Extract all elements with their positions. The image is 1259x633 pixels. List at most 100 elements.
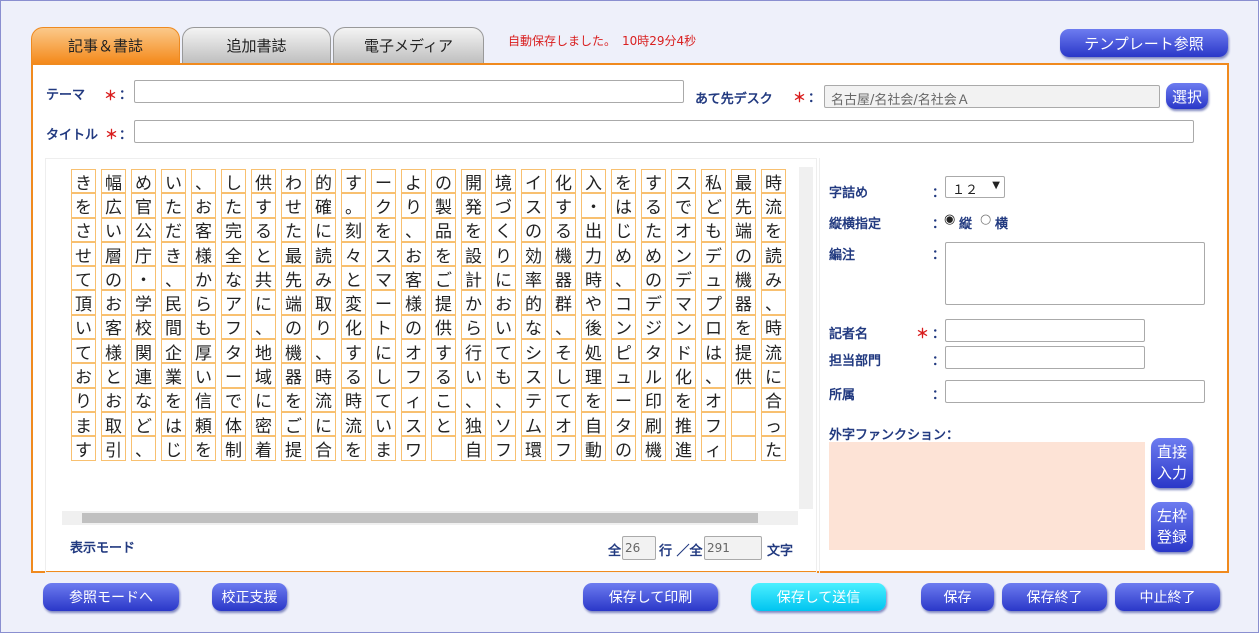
save-button[interactable]: 保存 (921, 583, 994, 611)
manuscript-cell[interactable]: を (431, 241, 456, 267)
manuscript-cell[interactable]: ・ (581, 193, 606, 218)
manuscript-cell[interactable]: ら (461, 314, 486, 339)
manuscript-cell[interactable]: い (191, 363, 216, 388)
manuscript-cell[interactable]: わ (281, 169, 306, 194)
manuscript-cell[interactable]: す (341, 339, 366, 364)
manuscript-cell[interactable]: ー (611, 387, 636, 412)
manuscript-cell[interactable]: の (101, 266, 126, 291)
dept-input[interactable] (945, 346, 1145, 369)
manuscript-cell[interactable]: ・ (131, 266, 156, 291)
tab-additional[interactable]: 追加書誌 (182, 27, 331, 63)
manuscript-cell[interactable]: の (281, 314, 306, 339)
manuscript-cell[interactable]: 厚 (191, 339, 216, 364)
manuscript-cell[interactable]: を (461, 217, 486, 242)
manuscript-cell[interactable]: は (611, 193, 636, 218)
manuscript-cell[interactable]: ス (521, 363, 546, 388)
manuscript-cell[interactable]: 時 (581, 266, 606, 291)
manuscript-cell[interactable]: 全 (221, 241, 246, 267)
manuscript-cell[interactable]: ス (371, 241, 396, 267)
manuscript-cell[interactable]: 器 (551, 266, 576, 291)
manuscript-cell[interactable]: な (521, 314, 546, 339)
gaiji-area[interactable] (829, 442, 1145, 550)
manuscript-cell[interactable]: め (131, 169, 156, 194)
manuscript-cell[interactable]: 供 (731, 363, 756, 388)
manuscript-cell[interactable]: る (341, 363, 366, 388)
manuscript-cell[interactable]: ィ (401, 387, 426, 412)
manuscript-cell[interactable]: 、 (761, 290, 786, 315)
manuscript-cell[interactable]: 環 (521, 436, 546, 461)
manuscript-cell[interactable]: フ (491, 436, 516, 461)
manuscript-cell[interactable]: フ (401, 363, 426, 388)
manuscript-cell[interactable]: づ (491, 193, 516, 218)
manuscript-cell[interactable]: フ (701, 411, 726, 437)
manuscript-cell[interactable]: ま (71, 411, 96, 437)
manuscript-cell[interactable]: す (551, 193, 576, 218)
manuscript-cell[interactable]: 最 (731, 169, 756, 194)
manuscript-cell[interactable]: 関 (131, 339, 156, 364)
manuscript-cell[interactable]: 取 (101, 411, 126, 437)
manuscript-cell[interactable]: 端 (281, 290, 306, 315)
manuscript-cell[interactable]: か (461, 290, 486, 315)
manuscript-cell[interactable]: に (371, 339, 396, 364)
manuscript-cell[interactable]: ま (371, 436, 396, 461)
manuscript-cell[interactable]: 出 (581, 217, 606, 242)
manuscript-cell[interactable]: を (371, 217, 396, 242)
manuscript-cell[interactable]: コ (611, 290, 636, 315)
manuscript-cell[interactable]: 的 (311, 169, 336, 194)
manuscript-cell[interactable]: を (191, 436, 216, 461)
manuscript-cell[interactable]: 学 (131, 290, 156, 315)
manuscript-cell[interactable]: ュ (611, 363, 636, 388)
manuscript-cell[interactable] (731, 411, 756, 437)
manuscript-cell[interactable]: デ (701, 241, 726, 267)
manuscript-cell[interactable]: い (371, 411, 396, 437)
manuscript-cell[interactable]: 校 (131, 314, 156, 339)
manuscript-cell[interactable]: め (611, 241, 636, 267)
manuscript-cell[interactable]: に (761, 363, 786, 388)
manuscript-cell[interactable]: 流 (761, 339, 786, 364)
manuscript-cell[interactable]: 先 (281, 266, 306, 291)
manuscript-cell[interactable]: の (611, 436, 636, 461)
manuscript-cell[interactable]: 業 (161, 363, 186, 388)
manuscript-cell[interactable]: 、 (161, 266, 186, 291)
manuscript-cell[interactable]: す (341, 169, 366, 194)
manuscript-cell[interactable]: 、 (491, 387, 516, 412)
manuscript-cell[interactable]: と (341, 266, 366, 291)
manuscript-cell[interactable]: 計 (461, 266, 486, 291)
left-frame-register-button[interactable]: 左枠 登録 (1151, 502, 1193, 552)
manuscript-cell[interactable]: と (251, 241, 276, 267)
manuscript-cell[interactable]: 化 (551, 169, 576, 194)
manuscript-cell[interactable]: て (551, 387, 576, 412)
manuscript-cell[interactable]: を (581, 387, 606, 412)
manuscript-cell[interactable]: 理 (581, 363, 606, 388)
manuscript-cell[interactable]: 着 (251, 436, 276, 461)
manuscript-cell[interactable] (731, 436, 756, 461)
manuscript-cell[interactable]: ー (221, 363, 246, 388)
manuscript-cell[interactable]: こ (431, 387, 456, 412)
manuscript-cell[interactable]: り (401, 193, 426, 218)
manuscript-cell[interactable]: し (371, 363, 396, 388)
manuscript-cell[interactable]: 群 (551, 290, 576, 315)
manuscript-cell[interactable]: フ (221, 314, 246, 339)
manuscript-cell[interactable]: 印 (641, 387, 666, 412)
manuscript-cell[interactable]: 体 (221, 411, 246, 437)
jizume-select[interactable]: １２ ▼ (945, 176, 1005, 198)
manuscript-cell[interactable]: を (761, 217, 786, 242)
manuscript-cell[interactable]: 機 (281, 339, 306, 364)
manuscript-cell[interactable]: ル (641, 363, 666, 388)
manuscript-cell[interactable] (431, 436, 456, 461)
manuscript-cell[interactable]: 域 (251, 363, 276, 388)
title-input[interactable] (134, 120, 1194, 143)
vertical-radio[interactable]: ◉ (944, 212, 955, 227)
manuscript-cell[interactable]: に (251, 290, 276, 315)
reference-mode-button[interactable]: 参照モードへ (43, 583, 179, 611)
manuscript-cell[interactable]: み (761, 266, 786, 291)
manuscript-cell[interactable]: 、 (251, 314, 276, 339)
manuscript-cell[interactable]: 、 (701, 363, 726, 388)
manuscript-cell[interactable]: で (221, 387, 246, 412)
manuscript-cell[interactable]: 提 (731, 339, 756, 364)
manuscript-cell[interactable]: ム (521, 411, 546, 437)
manuscript-cell[interactable]: ワ (401, 436, 426, 461)
manuscript-cell[interactable]: ソ (491, 411, 516, 437)
manuscript-cell[interactable]: 変 (341, 290, 366, 315)
manuscript-cell[interactable]: ど (701, 193, 726, 218)
